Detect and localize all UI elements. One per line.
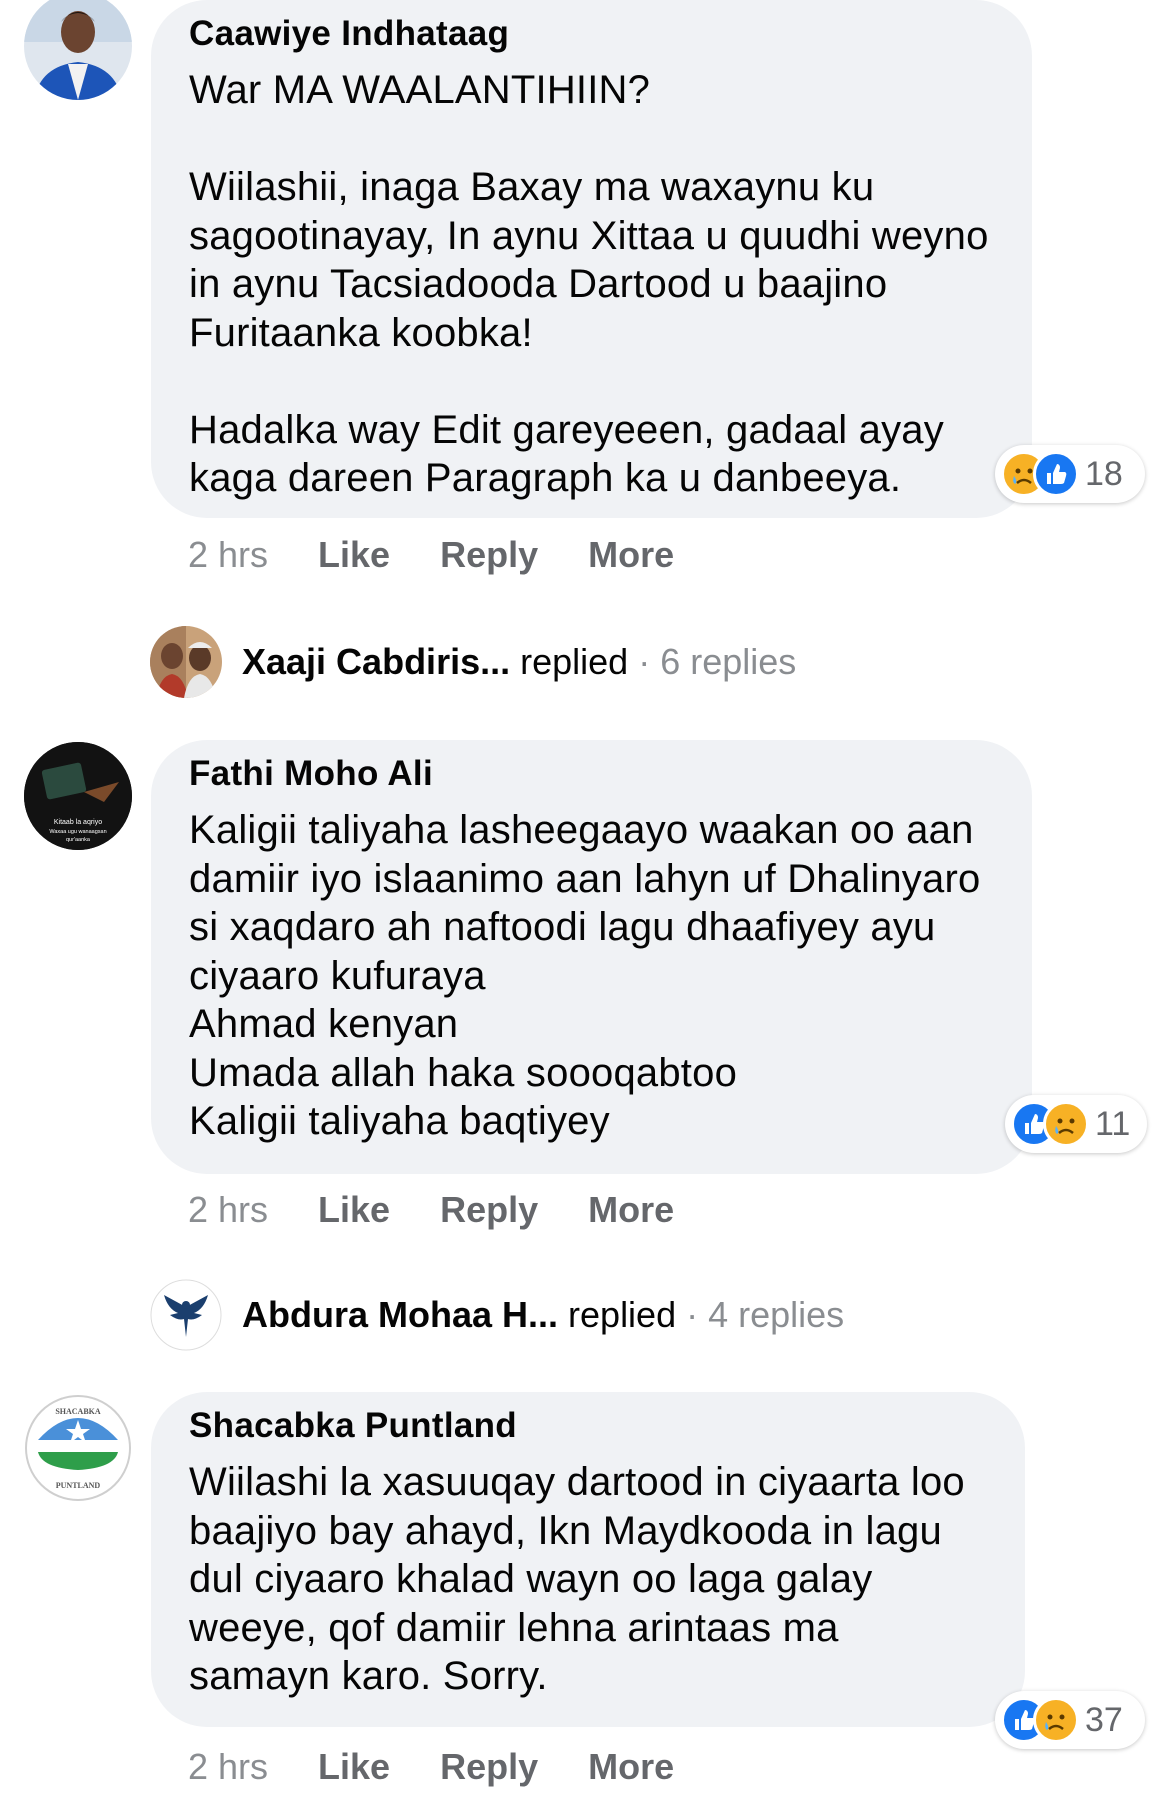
timestamp[interactable]: 2 hrs xyxy=(188,1747,268,1787)
comment-bubble: Shacabka Puntland Wiilashi la xasuuqay d… xyxy=(151,1392,1025,1727)
reaction-count: 18 xyxy=(1085,454,1123,493)
comment-text: Kaligii taliyaha lasheegaayo waakan oo a… xyxy=(189,808,981,1143)
timestamp[interactable]: 2 hrs xyxy=(188,535,268,575)
svg-text:Kitaab la aqriyo: Kitaab la aqriyo xyxy=(54,819,102,826)
reaction-count: 37 xyxy=(1085,1700,1123,1739)
more-button[interactable]: More xyxy=(588,1747,674,1787)
reply-verb: replied xyxy=(568,1294,677,1335)
svg-text:Waxaa ugu wanaagsan: Waxaa ugu wanaagsan xyxy=(49,829,106,835)
avatar[interactable] xyxy=(24,0,132,100)
like-button[interactable]: Like xyxy=(318,535,390,575)
reply-author: Xaaji Cabdiris... xyxy=(242,641,511,682)
like-button[interactable]: Like xyxy=(318,1190,390,1230)
more-button[interactable]: More xyxy=(588,535,674,575)
like-icon xyxy=(1033,451,1079,497)
reply-button[interactable]: Reply xyxy=(440,535,538,575)
more-button[interactable]: More xyxy=(588,1190,674,1230)
comment-author[interactable]: Fathi Moho Ali xyxy=(189,754,992,794)
comment-bubble: Caawiye Indhataag War MA WAALANTIHIIN? W… xyxy=(151,0,1032,518)
reply-author: Abdura Mohaa H... xyxy=(242,1294,559,1335)
svg-text:qur'aanka: qur'aanka xyxy=(66,837,91,843)
reactions-badge[interactable]: 37 xyxy=(995,1691,1145,1749)
view-replies-link[interactable]: Abdura Mohaa H... replied · 4 replies xyxy=(150,1279,844,1351)
comment-actions: 2 hrs Like Reply More xyxy=(188,535,724,575)
comment-bubble: Fathi Moho Ali Kaligii taliyaha lasheega… xyxy=(151,740,1032,1174)
reply-verb: replied xyxy=(520,641,629,682)
reply-count: 4 replies xyxy=(708,1294,845,1335)
reaction-count: 11 xyxy=(1095,1104,1131,1143)
comment-author[interactable]: Caawiye Indhataag xyxy=(189,14,992,54)
reply-count: 6 replies xyxy=(660,641,797,682)
reply-avatar xyxy=(150,1279,222,1351)
separator: · xyxy=(686,1294,699,1335)
svg-text:PUNTLAND: PUNTLAND xyxy=(56,1481,101,1490)
comment-text: Wiilashi la xasuuqay dartood in ciyaarta… xyxy=(189,1460,977,1698)
timestamp[interactable]: 2 hrs xyxy=(188,1190,268,1230)
view-replies-link[interactable]: Xaaji Cabdiris... replied · 6 replies xyxy=(150,626,796,698)
reply-button[interactable]: Reply xyxy=(440,1190,538,1230)
avatar[interactable]: Kitaab la aqriyo Waxaa ugu wanaagsan qur… xyxy=(24,742,132,850)
comment-author[interactable]: Shacabka Puntland xyxy=(189,1406,985,1446)
like-button[interactable]: Like xyxy=(318,1747,390,1787)
svg-text:SHACABKA: SHACABKA xyxy=(55,1407,101,1416)
reactions-badge[interactable]: 18 xyxy=(995,445,1145,503)
reply-button[interactable]: Reply xyxy=(440,1747,538,1787)
sad-icon xyxy=(1043,1101,1089,1147)
sad-icon xyxy=(1033,1697,1079,1743)
comment-actions: 2 hrs Like Reply More xyxy=(188,1747,724,1787)
avatar[interactable]: SHACABKA PUNTLAND xyxy=(24,1394,132,1502)
reply-avatar xyxy=(150,626,222,698)
comment-text: War MA WAALANTIHIIN? Wiilashii, inaga Ba… xyxy=(189,68,989,500)
separator: · xyxy=(638,641,651,682)
comment-actions: 2 hrs Like Reply More xyxy=(188,1190,724,1230)
reactions-badge[interactable]: 11 xyxy=(1005,1095,1147,1153)
